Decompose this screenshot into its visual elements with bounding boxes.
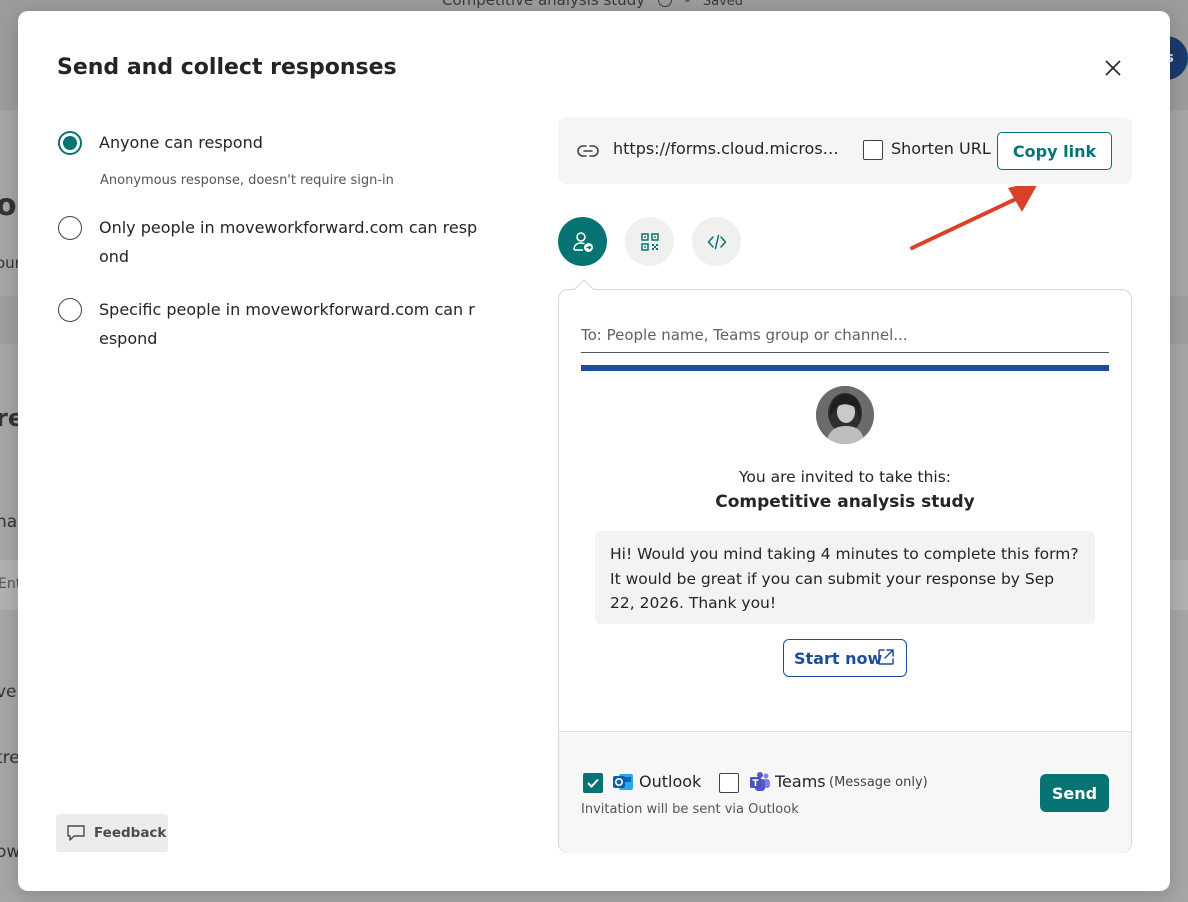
tab-qr-code[interactable] bbox=[625, 217, 674, 266]
share-url[interactable]: https://forms.cloud.microsoft... bbox=[613, 139, 845, 158]
background-fragment: ha bbox=[0, 512, 18, 532]
tab-invite-people[interactable] bbox=[558, 217, 607, 266]
invite-people-icon bbox=[572, 231, 593, 252]
teams-checkbox[interactable] bbox=[719, 773, 739, 793]
send-button[interactable]: Send bbox=[1040, 774, 1109, 812]
option-anyone-label: Anyone can respond bbox=[99, 133, 263, 152]
feedback-icon bbox=[66, 824, 86, 842]
copy-link-button[interactable]: Copy link bbox=[997, 132, 1112, 170]
teams-label: Teams bbox=[775, 772, 826, 791]
background-fragment: tre bbox=[0, 748, 20, 768]
share-link-bar: https://forms.cloud.microsoft... Shorten… bbox=[558, 117, 1132, 184]
radio-anyone[interactable] bbox=[58, 131, 82, 155]
option-anyone-sublabel: Anonymous response, doesn't require sign… bbox=[100, 173, 394, 188]
close-icon bbox=[1105, 60, 1121, 76]
teams-note: (Message only) bbox=[829, 775, 928, 790]
panel-notch bbox=[574, 279, 594, 299]
save-status: Saved bbox=[702, 0, 744, 9]
feedback-label: Feedback bbox=[94, 825, 167, 841]
invited-text: You are invited to take this: bbox=[738, 468, 952, 486]
link-icon bbox=[576, 139, 600, 167]
option-specific-people-label: Specific people in moveworkforward.com c… bbox=[99, 300, 475, 348]
option-anyone[interactable]: Anyone can respond bbox=[58, 131, 479, 157]
send-responses-dialog: Send and collect responses Anyone can re… bbox=[18, 11, 1170, 891]
sender-avatar bbox=[816, 386, 874, 444]
annotation-arrow bbox=[910, 186, 1037, 250]
panel-divider bbox=[559, 731, 1131, 732]
feedback-button[interactable]: Feedback bbox=[56, 814, 168, 852]
close-button[interactable] bbox=[1100, 55, 1126, 81]
invite-panel: You are invited to take this: Competitiv… bbox=[558, 279, 1132, 853]
radio-org-only[interactable] bbox=[58, 216, 82, 240]
qr-code-icon bbox=[640, 232, 659, 251]
start-now-button[interactable]: Start now bbox=[783, 639, 907, 677]
form-name: Competitive analysis study bbox=[715, 492, 975, 512]
separator: - bbox=[684, 0, 691, 9]
tab-embed[interactable] bbox=[692, 217, 741, 266]
outlook-label: Outlook bbox=[639, 772, 702, 791]
doc-title: Competitive analysis study bbox=[442, 0, 646, 9]
open-external-icon bbox=[876, 647, 896, 671]
embed-code-icon bbox=[707, 234, 726, 249]
option-org-only[interactable]: Only people in moveworkforward.com can r… bbox=[58, 216, 479, 271]
outlook-checkbox[interactable] bbox=[583, 773, 603, 793]
info-icon bbox=[657, 0, 672, 7]
shorten-url-checkbox[interactable] bbox=[863, 140, 883, 160]
invite-message[interactable]: Hi! Would you mind taking 4 minutes to c… bbox=[595, 531, 1095, 624]
checkmark-icon bbox=[587, 778, 599, 788]
option-org-only-label: Only people in moveworkforward.com can r… bbox=[99, 218, 478, 266]
radio-specific-people[interactable] bbox=[58, 298, 82, 322]
send-via-text: Invitation will be sent via Outlook bbox=[581, 802, 799, 817]
option-specific-people[interactable]: Specific people in moveworkforward.com c… bbox=[58, 298, 479, 353]
recipients-input[interactable] bbox=[581, 318, 1109, 353]
outlook-icon bbox=[612, 771, 634, 797]
start-now-label: Start now bbox=[794, 648, 883, 668]
header-rule bbox=[581, 365, 1109, 371]
shorten-url-label: Shorten URL bbox=[891, 139, 991, 158]
background-doc-title: Competitive analysis study - Saved bbox=[442, 0, 743, 9]
background-fragment: ve bbox=[0, 682, 17, 702]
dialog-title: Send and collect responses bbox=[57, 55, 397, 80]
teams-icon bbox=[749, 771, 771, 797]
